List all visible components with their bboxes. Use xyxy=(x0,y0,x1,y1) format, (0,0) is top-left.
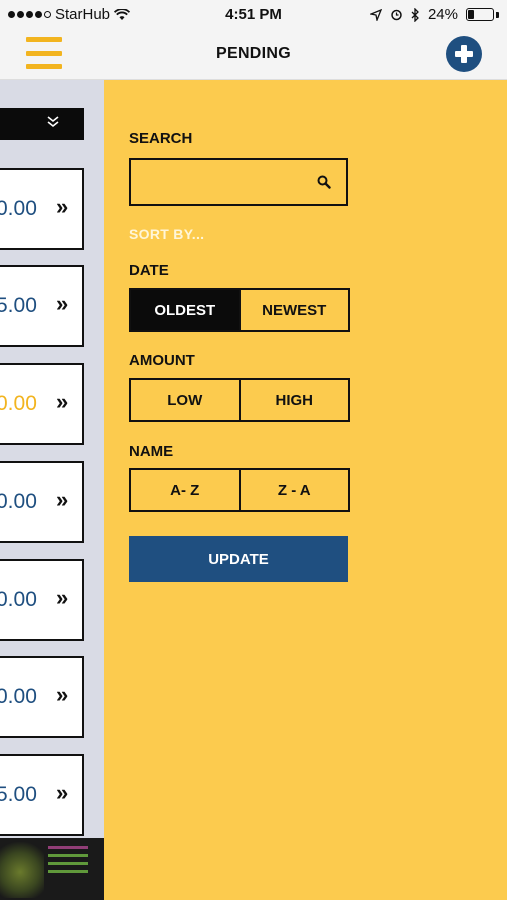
sort-a-z-button[interactable]: A- Z xyxy=(131,470,239,510)
search-field[interactable] xyxy=(129,158,348,206)
nav-bar: PENDING xyxy=(0,30,507,80)
thumbnail-image xyxy=(0,842,44,898)
item-thumbnail xyxy=(0,838,104,900)
sort-newest-button[interactable]: NEWEST xyxy=(238,290,349,330)
bluetooth-icon xyxy=(411,7,419,22)
item-amount: 0.00 xyxy=(0,392,37,415)
item-amount: 5.00 xyxy=(0,294,37,317)
sort-high-button[interactable]: HIGH xyxy=(238,380,349,420)
list-item[interactable]: 0.00 » xyxy=(0,559,84,641)
amount-label: AMOUNT xyxy=(129,352,195,369)
date-sort-toggle: OLDEST NEWEST xyxy=(129,288,350,332)
double-chevron-right-icon: » xyxy=(56,291,69,316)
amount-sort-toggle: LOW HIGH xyxy=(129,378,350,422)
status-bar: StarHub 4:51 PM 24% xyxy=(0,0,507,30)
location-arrow-icon xyxy=(369,8,382,21)
sort-low-button[interactable]: LOW xyxy=(131,380,239,420)
status-right: 24% xyxy=(369,6,499,23)
item-amount: 5.00 xyxy=(0,783,37,806)
sort-by-label: SORT BY... xyxy=(129,226,205,242)
double-chevron-right-icon: » xyxy=(56,780,69,805)
filter-panel: SEARCH SORT BY... DATE OLDEST NEWEST AMO… xyxy=(104,80,507,900)
search-label: SEARCH xyxy=(129,130,193,147)
update-button[interactable]: UPDATE xyxy=(129,536,348,582)
battery-tip xyxy=(496,11,499,18)
item-amount: 0.00 xyxy=(0,490,37,513)
list-item[interactable]: 5.00 » xyxy=(0,754,84,836)
pending-list: 0.00 » 5.00 » 0.00 » 0.00 » 0.00 » 0.00 … xyxy=(0,80,104,900)
list-filter-bar[interactable] xyxy=(0,108,84,140)
double-chevron-right-icon: » xyxy=(56,194,69,219)
search-icon[interactable] xyxy=(317,175,331,189)
item-amount: 0.00 xyxy=(0,588,37,611)
thumbnail-text xyxy=(48,846,98,886)
add-button[interactable] xyxy=(446,36,482,72)
sort-oldest-button[interactable]: OLDEST xyxy=(131,290,239,330)
double-chevron-right-icon: » xyxy=(56,389,69,414)
search-input[interactable] xyxy=(137,166,307,198)
page-title: PENDING xyxy=(216,45,291,62)
sort-z-a-button[interactable]: Z - A xyxy=(238,470,349,510)
battery-icon xyxy=(466,8,494,21)
list-item[interactable]: 0.00 » xyxy=(0,461,84,543)
alarm-clock-icon xyxy=(391,9,402,21)
double-chevron-right-icon: » xyxy=(56,682,69,707)
double-chevron-down-icon xyxy=(46,116,60,128)
name-label: NAME xyxy=(129,443,174,460)
list-item[interactable]: 0.00 » xyxy=(0,168,84,250)
list-item[interactable]: 0.00 » xyxy=(0,363,84,445)
date-label: DATE xyxy=(129,262,169,279)
list-item[interactable]: 0.00 » xyxy=(0,656,84,738)
item-amount: 0.00 xyxy=(0,197,37,220)
double-chevron-right-icon: » xyxy=(56,585,69,610)
double-chevron-right-icon: » xyxy=(56,487,69,512)
item-amount: 0.00 xyxy=(0,685,37,708)
name-sort-toggle: A- Z Z - A xyxy=(129,468,350,512)
battery-percent: 24% xyxy=(427,6,458,23)
list-item[interactable]: 5.00 » xyxy=(0,265,84,347)
